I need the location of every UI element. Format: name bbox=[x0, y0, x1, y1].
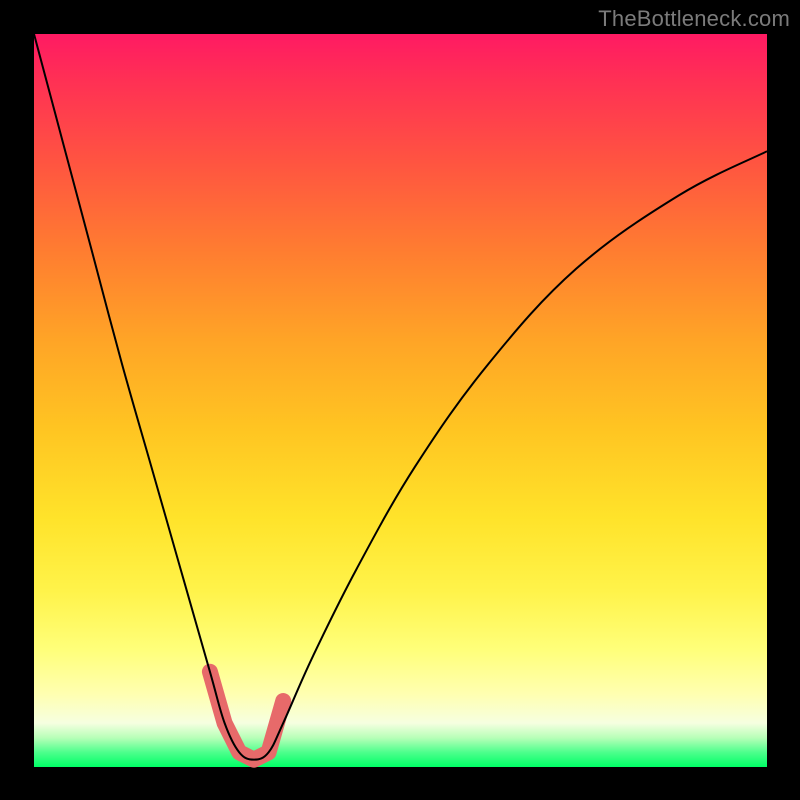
chart-frame: TheBottleneck.com bbox=[0, 0, 800, 800]
plot-area bbox=[34, 34, 767, 767]
chart-svg bbox=[34, 34, 767, 767]
bottleneck-curve bbox=[34, 34, 767, 760]
watermark-text: TheBottleneck.com bbox=[598, 6, 790, 32]
